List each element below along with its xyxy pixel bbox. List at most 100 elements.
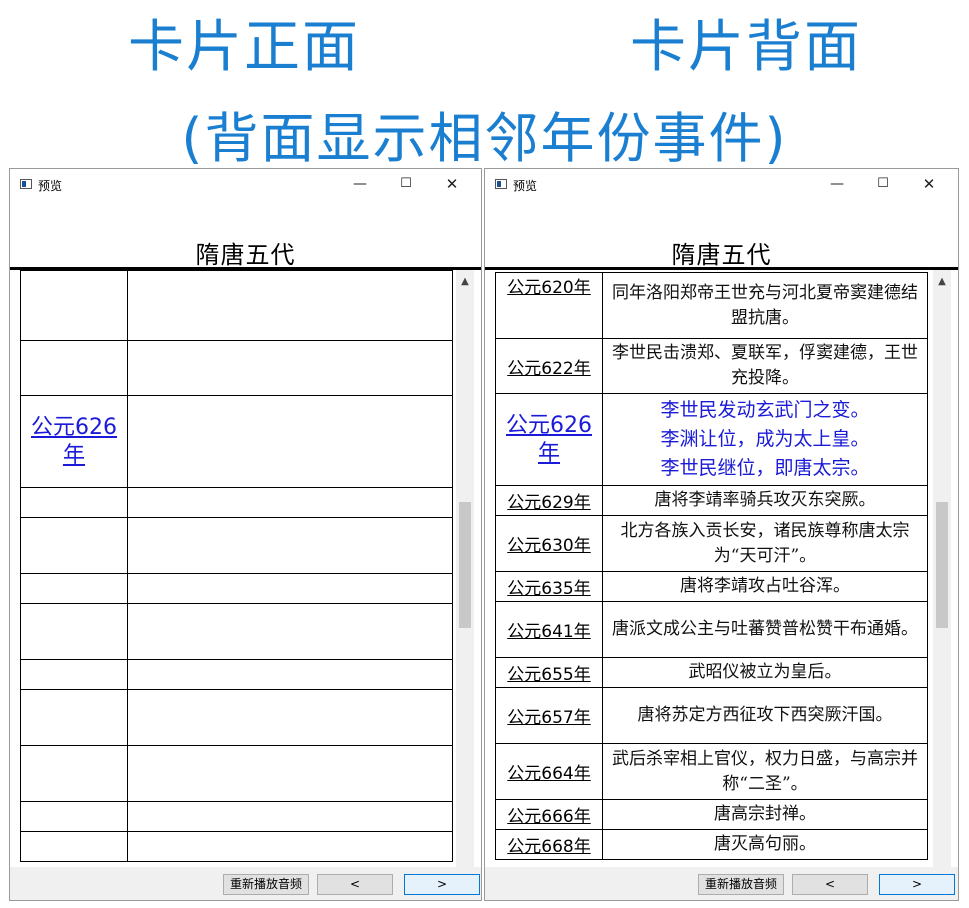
year-cell: 公元635年 [495,571,603,602]
table-row: 公元664年 武后杀宰相上官仪，权力日盛，与高宗并称“二圣”。 [495,743,928,800]
title-bar[interactable]: 预览 — ☐ ✕ [485,169,958,201]
event-cell: 唐将苏定方西征攻下西突厥汗国。 [602,687,928,744]
event-cell: 北方各族入贡长安，诸民族尊称唐太宗为“天可汗”。 [602,515,928,572]
event-text: 同年洛阳郑帝王世充与河北夏帝窦建德结盟抗唐。 [612,282,918,328]
event-cell: 唐将李靖攻占吐谷浑。 [602,571,928,602]
event-cell-hidden [127,395,453,488]
year-cell: 公元668年 [495,829,603,860]
scroll-up-icon[interactable]: ▲ [456,276,474,287]
year-link[interactable]: 公元657年 [507,708,590,728]
year-link[interactable]: 公元626年 [501,412,597,468]
event-text: 北方各族入贡长安，诸民族尊称唐太宗为“天可汗”。 [620,520,910,566]
card-header: 隋唐五代 [485,201,958,270]
year-link[interactable]: 公元641年 [507,622,590,642]
year-cell [20,659,128,690]
year-link[interactable]: 公元620年 [507,278,590,298]
back-caption: 卡片背面 [630,15,862,80]
window-title: 预览 [513,179,538,193]
table-row: 公元620年 同年洛阳郑帝王世充与河北夏帝窦建德结盟抗唐。 [495,272,928,339]
table-row: 公元641年 唐派文成公主与吐蕃赞普松赞干布通婚。 [495,601,928,658]
year-link[interactable]: 公元668年 [507,837,590,857]
window-title: 预览 [38,179,63,193]
year-link[interactable]: 公元629年 [507,493,590,513]
scroll-up-icon[interactable]: ▲ [933,276,951,287]
year-cell [20,517,128,574]
year-cell: 公元626年 [20,395,128,488]
table-row [20,801,453,832]
bottom-bar: 重新播放音频 < > [10,867,481,900]
year-link[interactable]: 公元635年 [507,579,590,599]
maximize-button[interactable]: ☐ [868,173,898,195]
previous-button[interactable]: < [317,874,393,895]
event-cell [127,517,453,574]
previous-button[interactable]: < [792,874,868,895]
table-row [20,689,453,746]
table-row: 公元629年 唐将李靖率骑兵攻灭东突厥。 [495,485,928,516]
table-row-current: 公元626年 [20,395,453,488]
event-cell [127,831,453,862]
subtitle-caption: (背面显示相邻年份事件) [181,107,788,170]
event-cell [127,270,453,341]
app-icon [20,179,32,189]
table-row [20,659,453,690]
year-cell: 公元655年 [495,657,603,688]
table-row: 公元635年 唐将李靖攻占吐谷浑。 [495,571,928,602]
event-cell [127,340,453,396]
next-button[interactable]: > [879,874,955,895]
title-bar[interactable]: 预览 — ☐ ✕ [10,169,481,201]
event-text: 武昭仪被立为皇后。 [688,662,842,682]
event-cell [127,573,453,604]
year-cell [20,573,128,604]
year-link[interactable]: 公元655年 [507,665,590,685]
bottom-bar: 重新播放音频 < > [485,867,958,900]
year-link[interactable]: 公元664年 [507,764,590,784]
year-cell: 公元664年 [495,743,603,800]
event-cell: 李世民击溃郑、夏联军，俘窦建德，王世充投降。 [602,338,928,394]
front-caption: 卡片正面 [128,15,360,80]
event-line: 李渊让位，成为太上皇。 [660,428,870,450]
era-title: 隋唐五代 [671,241,772,269]
event-text: 李世民击溃郑、夏联军，俘窦建德，王世充投降。 [612,343,918,388]
replay-audio-button[interactable]: 重新播放音频 [698,874,784,895]
year-cell: 公元641年 [495,601,603,658]
timeline-scroll-area[interactable]: 公元620年 同年洛阳郑帝王世充与河北夏帝窦建德结盟抗唐。 公元622年 李世民… [485,270,958,868]
year-link[interactable]: 公元666年 [507,807,590,827]
replay-audio-button[interactable]: 重新播放音频 [223,874,309,895]
table-row [20,270,453,341]
minimize-button[interactable]: — [345,173,375,195]
preview-window-back: 预览 — ☐ ✕ 隋唐五代 公元620年 同年洛阳郑帝王世充与河北夏帝窦建德结盟… [484,168,959,901]
close-button[interactable]: ✕ [914,173,944,195]
vertical-scrollbar[interactable]: ▲ [456,270,474,868]
event-cell: 武后杀宰相上官仪，权力日盛，与高宗并称“二圣”。 [602,743,928,800]
table-row [20,745,453,802]
preview-window-front: 预览 — ☐ ✕ 隋唐五代 公元626年 ▲ 重新播放音频 < > [9,168,482,901]
event-cell [127,745,453,802]
event-cell: 李世民发动玄武门之变。 李渊让位，成为太上皇。 李世民继位，即唐太宗。 [602,393,928,486]
scrollbar-thumb[interactable] [459,502,471,628]
year-link[interactable]: 公元622年 [507,359,590,379]
year-cell [20,801,128,832]
next-button[interactable]: > [404,874,480,895]
timeline-scroll-area[interactable]: 公元626年 [10,270,481,868]
year-cell [20,340,128,396]
event-cell [127,689,453,746]
timeline-table: 公元620年 同年洛阳郑帝王世充与河北夏帝窦建德结盟抗唐。 公元622年 李世民… [495,272,928,860]
year-cell: 公元629年 [495,485,603,516]
table-row: 公元622年 李世民击溃郑、夏联军，俘窦建德，王世充投降。 [495,338,928,394]
event-cell [127,487,453,518]
table-row: 公元657年 唐将苏定方西征攻下西突厥汗国。 [495,687,928,744]
year-link[interactable]: 公元630年 [507,536,590,556]
year-cell: 公元657年 [495,687,603,744]
year-link[interactable]: 公元626年 [26,414,122,470]
event-text: 唐将李靖率骑兵攻灭东突厥。 [654,490,876,510]
vertical-scrollbar[interactable]: ▲ [933,270,951,868]
year-cell: 公元630年 [495,515,603,572]
app-icon [495,179,507,189]
event-line: 李世民继位，即唐太宗。 [660,457,870,479]
event-cell [127,659,453,690]
minimize-button[interactable]: — [822,173,852,195]
event-text: 武后杀宰相上官仪，权力日盛，与高宗并称“二圣”。 [612,748,918,794]
maximize-button[interactable]: ☐ [391,173,421,195]
close-button[interactable]: ✕ [437,173,467,195]
scrollbar-thumb[interactable] [936,502,948,628]
